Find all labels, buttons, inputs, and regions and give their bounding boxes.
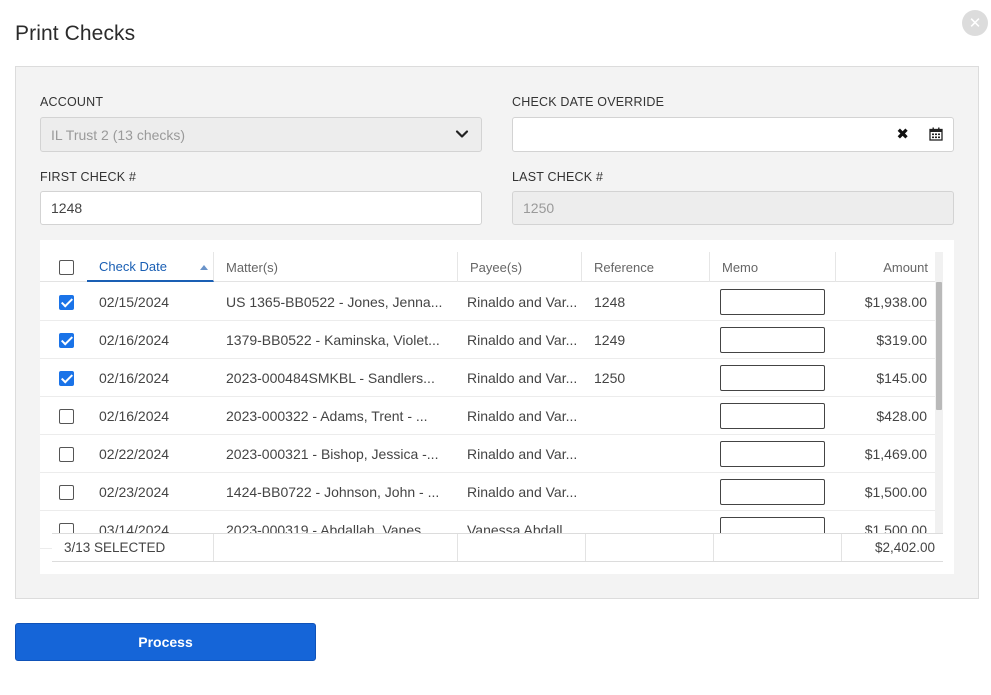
reference-cell: 1250 [594,370,626,386]
column-amount[interactable]: Amount [836,252,936,282]
payee-cell: Rinaldo and Var... [467,408,578,424]
last-check-value: 1250 [523,200,555,216]
column-label: Reference [594,259,654,275]
footer-cell [586,534,714,561]
footer-cell [458,534,586,561]
total-amount: $2,402.00 [874,540,935,555]
memo-input[interactable] [720,479,825,505]
check-date-cell: 02/22/2024 [99,446,170,462]
matter-cell: 2023-000322 - Adams, Trent - ... [226,408,428,424]
check-date-override-label: CHECK DATE OVERRIDE [512,95,665,109]
payee-cell: Rinaldo and Var... [467,294,578,310]
row-checkbox[interactable] [59,409,74,424]
payee-cell: Rinaldo and Var... [467,370,578,386]
table-footer: 3/13 SELECTED $2,402.00 [52,533,943,562]
payee-cell: Rinaldo and Var... [467,484,578,500]
table-row[interactable]: 02/15/2024 US 1365-BB0522 - Jones, Jenna.… [40,283,936,321]
reference-cell: 1249 [594,332,626,348]
row-checkbox[interactable] [59,333,74,348]
column-label: Matter(s) [226,259,278,275]
column-label: Memo [722,259,759,275]
check-date-cell: 02/16/2024 [99,332,170,348]
check-date-cell: 02/16/2024 [99,408,170,424]
memo-input[interactable] [720,289,825,315]
print-checks-panel: ACCOUNT IL Trust 2 (13 checks) CHECK DAT… [15,66,979,599]
memo-input[interactable] [720,441,825,467]
payee-cell: Rinaldo and Var... [467,332,578,348]
last-check-input: 1250 [512,191,954,225]
column-matters[interactable]: Matter(s) [214,252,458,282]
reference-cell [594,473,704,511]
sort-ascending-icon [200,265,208,270]
column-memo[interactable]: Memo [710,252,836,282]
close-icon[interactable]: ✕ [962,10,988,36]
column-label: Payee(s) [470,259,523,275]
first-check-label: FIRST CHECK # [40,170,137,184]
process-button[interactable]: Process [15,623,316,661]
footer-cell [214,534,458,561]
memo-input[interactable] [720,365,825,391]
payee-cell: Rinaldo and Var... [467,446,578,462]
amount-cell: $1,938.00 [864,294,927,310]
memo-input[interactable] [720,403,825,429]
table-row[interactable]: 02/16/2024 2023-000322 - Adams, Trent - .… [40,397,936,435]
reference-cell [594,397,704,435]
amount-cell: $1,500.00 [864,484,927,500]
chevron-down-icon [455,130,469,138]
row-checkbox[interactable] [59,295,74,310]
column-label: Check Date [99,258,167,274]
reference-cell [594,435,704,473]
reference-cell: 1248 [594,294,626,310]
dialog-title: Print Checks [15,22,136,45]
table-row[interactable]: 02/16/2024 1379-BB0522 - Kaminska, Violet… [40,321,936,359]
calendar-icon[interactable] [929,127,943,141]
scrollbar-thumb[interactable] [936,282,942,410]
amount-cell: $428.00 [876,408,927,424]
row-checkbox[interactable] [59,485,74,500]
row-checkbox[interactable] [59,371,74,386]
table-row[interactable]: 02/22/2024 2023-000321 - Bishop, Jessica … [40,435,936,473]
table-scrollbar[interactable] [935,252,943,534]
amount-cell: $145.00 [876,370,927,386]
last-check-label: LAST CHECK # [512,170,604,184]
clear-date-icon[interactable]: ✖ [896,127,909,143]
check-date-cell: 02/15/2024 [99,294,170,310]
row-checkbox[interactable] [59,447,74,462]
amount-cell: $319.00 [876,332,927,348]
memo-input[interactable] [720,327,825,353]
matter-cell: 1424-BB0722 - Johnson, John - ... [226,484,440,500]
checks-table: Check Date Matter(s) Payee(s) Reference … [40,240,954,574]
select-all-checkbox[interactable] [59,260,74,275]
column-check-date[interactable]: Check Date [87,252,214,282]
check-date-cell: 02/23/2024 [99,484,170,500]
matter-cell: 2023-000484SMKBL - Sandlers... [226,370,435,386]
column-payees[interactable]: Payee(s) [458,252,582,282]
matter-cell: 2023-000321 - Bishop, Jessica -... [226,446,439,462]
matter-cell: 1379-BB0522 - Kaminska, Violet... [226,332,440,348]
column-label: Amount [883,259,928,275]
column-reference[interactable]: Reference [582,252,710,282]
selected-count: 3/13 SELECTED [52,534,214,561]
footer-cell [714,534,842,561]
account-value: IL Trust 2 (13 checks) [51,126,186,143]
table-row[interactable]: 02/16/2024 2023-000484SMKBL - Sandlers...… [40,359,936,397]
amount-cell: $1,469.00 [864,446,927,462]
first-check-input[interactable]: 1248 [40,191,482,225]
first-check-value: 1248 [51,200,83,216]
account-label: ACCOUNT [40,95,104,109]
check-date-override-input[interactable]: ✖ [512,117,954,152]
table-header: Check Date Matter(s) Payee(s) Reference … [40,252,940,282]
table-row[interactable]: 02/23/2024 1424-BB0722 - Johnson, John - … [40,473,936,511]
account-select[interactable]: IL Trust 2 (13 checks) [40,117,482,152]
check-date-cell: 02/16/2024 [99,370,170,386]
matter-cell: US 1365-BB0522 - Jones, Jenna... [226,294,443,310]
select-all-cell [40,252,87,282]
